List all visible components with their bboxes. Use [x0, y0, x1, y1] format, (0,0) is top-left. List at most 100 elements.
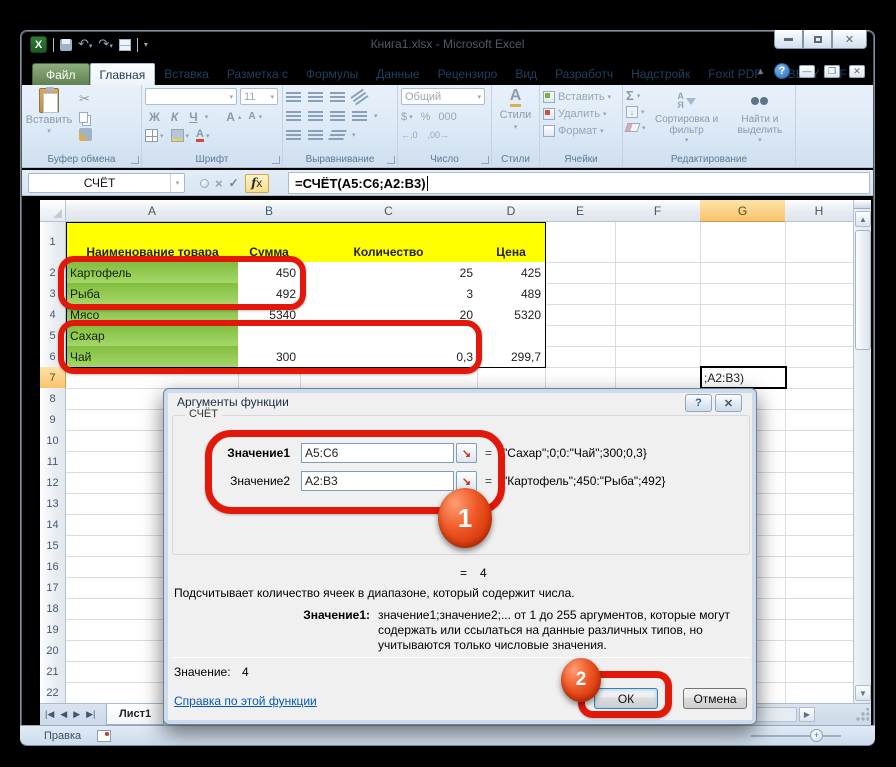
workbook-restore-button[interactable]: ❐: [824, 65, 840, 78]
tab-formulas[interactable]: Формулы: [297, 63, 367, 85]
tab-addins[interactable]: Надстройк: [622, 63, 699, 85]
wrap-text-icon[interactable]: [352, 111, 367, 121]
cell-C3[interactable]: 3: [300, 283, 478, 305]
tab-home[interactable]: Главная: [90, 63, 156, 85]
row-header-19[interactable]: 19: [40, 619, 66, 641]
scroll-up-icon[interactable]: ▲: [855, 211, 871, 227]
dialog-close-button[interactable]: ✕: [715, 394, 742, 412]
row-header-13[interactable]: 13: [40, 493, 66, 515]
first-sheet-icon[interactable]: |◀: [42, 709, 57, 720]
shrink-font-button[interactable]: А: [244, 110, 259, 123]
insert-cells-button[interactable]: Вставить▾: [543, 88, 619, 105]
align-right-icon[interactable]: [330, 111, 345, 121]
cell-D4[interactable]: 5320: [477, 304, 546, 326]
restore-button[interactable]: [803, 30, 832, 49]
zoom-slider[interactable]: [751, 735, 841, 737]
row-header-10[interactable]: 10: [40, 430, 66, 452]
column-header-F[interactable]: F: [615, 200, 701, 222]
row-header-20[interactable]: 20: [40, 640, 66, 662]
format-cells-button[interactable]: Формат▾: [543, 122, 619, 139]
merge-center-icon[interactable]: [328, 130, 347, 140]
row-header-14[interactable]: 14: [40, 514, 66, 536]
cell-D1[interactable]: Цена: [477, 222, 546, 263]
column-header-A[interactable]: A: [66, 200, 239, 222]
orientation-icon[interactable]: [350, 88, 368, 105]
fill-color-button[interactable]: ▾: [171, 129, 190, 142]
italic-button[interactable]: К: [167, 109, 182, 125]
find-select-button[interactable]: Найти и выделить ▾: [728, 88, 792, 151]
thousands-format-button[interactable]: 000: [438, 111, 456, 123]
scroll-down-icon[interactable]: ▼: [855, 685, 871, 701]
sort-filter-button[interactable]: АЯ Сортировка и фильтр ▾: [652, 88, 722, 151]
tab-page-layout[interactable]: Разметка с: [218, 63, 297, 85]
cell-D6[interactable]: 299,7: [477, 346, 546, 368]
cut-icon[interactable]: ✂: [79, 91, 92, 107]
row-header-9[interactable]: 9: [40, 409, 66, 431]
tab-view[interactable]: Вид: [506, 63, 546, 85]
vertical-scrollbar[interactable]: ▲ ▼: [853, 200, 871, 703]
formula-input[interactable]: =СЧЁТ(A5:C6;A2:B3): [288, 172, 870, 194]
copy-icon[interactable]: [79, 112, 88, 123]
help-link[interactable]: Справка по этой функции: [174, 694, 317, 708]
dialog-launcher-icon[interactable]: [272, 156, 280, 164]
font-size-select[interactable]: 11▾: [240, 88, 278, 105]
row-header-18[interactable]: 18: [40, 598, 66, 620]
row-header-1[interactable]: 1: [40, 222, 66, 263]
delete-cells-button[interactable]: Удалить▾: [543, 105, 619, 122]
dialog-help-button[interactable]: ?: [685, 394, 712, 412]
decrease-indent-icon[interactable]: [286, 130, 301, 140]
row-header-11[interactable]: 11: [40, 451, 66, 473]
cell-D3[interactable]: 489: [477, 283, 546, 305]
column-header-C[interactable]: C: [300, 200, 478, 222]
macro-record-icon[interactable]: [97, 730, 111, 742]
resize-grip[interactable]: [855, 708, 869, 722]
sheet-tab-list1[interactable]: Лист1: [106, 704, 164, 725]
workbook-close-button[interactable]: ✕: [849, 65, 865, 78]
cell-C1[interactable]: Количество: [300, 222, 478, 263]
paste-button[interactable]: Вставить ▾: [25, 88, 73, 151]
column-header-B[interactable]: B: [238, 200, 301, 222]
insert-function-button[interactable]: fx: [245, 174, 269, 193]
cancel-entry-icon[interactable]: ×: [215, 176, 223, 191]
column-header-D[interactable]: D: [477, 200, 546, 222]
confirm-entry-icon[interactable]: ✓: [229, 176, 239, 190]
row-header-12[interactable]: 12: [40, 472, 66, 494]
row-header-22[interactable]: 22: [40, 682, 66, 703]
cancel-button[interactable]: Отмена: [683, 688, 747, 709]
row-header-4[interactable]: 4: [40, 304, 66, 326]
row-header-16[interactable]: 16: [40, 556, 66, 578]
row-header-15[interactable]: 15: [40, 535, 66, 557]
align-center-icon[interactable]: [308, 111, 323, 121]
dialog-launcher-icon[interactable]: [131, 156, 139, 164]
dialog-launcher-icon[interactable]: [481, 156, 489, 164]
decrease-decimal-button[interactable]: ,00→: [428, 130, 450, 140]
row-header-17[interactable]: 17: [40, 577, 66, 599]
help-icon[interactable]: ?: [774, 63, 790, 79]
row-header-21[interactable]: 21: [40, 661, 66, 683]
clear-button[interactable]: ▾: [626, 121, 646, 134]
cell-D2[interactable]: 425: [477, 262, 546, 284]
currency-format-button[interactable]: $: [401, 111, 407, 123]
tab-data[interactable]: Данные: [367, 63, 428, 85]
align-left-icon[interactable]: [286, 111, 301, 121]
tab-developer[interactable]: Разработч: [546, 63, 622, 85]
collapse-formula-bar-icon[interactable]: [200, 179, 209, 188]
prev-sheet-icon[interactable]: ◀: [57, 709, 70, 720]
increase-decimal-button[interactable]: ←,0: [401, 130, 418, 140]
cell-D5[interactable]: [477, 325, 546, 347]
column-header-H[interactable]: H: [785, 200, 854, 222]
number-format-select[interactable]: Общий▾: [401, 88, 485, 105]
column-header-E[interactable]: E: [545, 200, 616, 222]
autosum-button[interactable]: Σ▾: [626, 89, 646, 102]
font-name-select[interactable]: ▾: [145, 88, 237, 105]
fill-button[interactable]: ↓▾: [626, 105, 646, 118]
cell-C2[interactable]: 25: [300, 262, 478, 284]
increase-indent-icon[interactable]: [308, 130, 323, 140]
zoom-handle-icon[interactable]: +: [810, 729, 823, 742]
align-top-icon[interactable]: [286, 92, 301, 102]
name-box[interactable]: СЧЁТ ▾: [28, 173, 185, 193]
tab-review[interactable]: Рецензиро: [429, 63, 507, 85]
select-all-corner[interactable]: [40, 200, 66, 222]
tab-file[interactable]: Файл: [32, 63, 90, 85]
minimize-button[interactable]: [774, 30, 803, 49]
